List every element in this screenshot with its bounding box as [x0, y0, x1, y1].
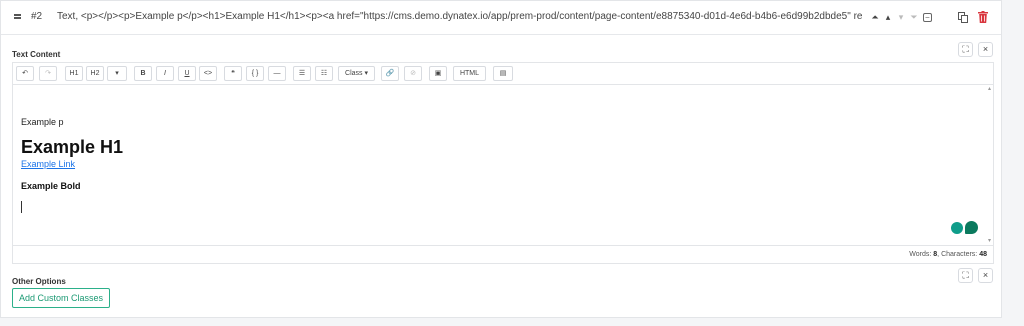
other-options-close-button[interactable]: ×: [978, 268, 993, 283]
text-caret: [21, 201, 22, 213]
editor-content-area[interactable]: Example p Example H1 Example Link Exampl…: [13, 85, 993, 245]
heading1-button[interactable]: H1: [65, 66, 83, 81]
underline-button[interactable]: U: [178, 66, 196, 81]
heading2-button[interactable]: H2: [86, 66, 104, 81]
italic-button[interactable]: I: [156, 66, 174, 81]
duplicate-icon[interactable]: [958, 12, 968, 23]
unlink-button[interactable]: ⊘: [404, 66, 422, 81]
collapse-icon[interactable]: –: [923, 13, 932, 22]
delete-icon[interactable]: [978, 11, 988, 23]
class-dropdown[interactable]: Class ▾: [338, 66, 375, 81]
grammar-assistant-icon[interactable]: [951, 222, 963, 234]
redo-button[interactable]: ↷: [39, 66, 57, 81]
bold-button[interactable]: B: [134, 66, 152, 81]
bullet-list-button[interactable]: ☰: [293, 66, 311, 81]
code-block-button[interactable]: { }: [246, 66, 264, 81]
move-to-bottom-icon[interactable]: ⏷: [908, 11, 920, 23]
move-down-icon[interactable]: ▾: [895, 11, 907, 23]
content-bold-text: Example Bold: [21, 181, 81, 191]
horizontal-rule-button[interactable]: —: [268, 66, 286, 81]
add-custom-classes-button[interactable]: Add Custom Classes: [12, 288, 111, 308]
more-headings-button[interactable]: ▾: [107, 66, 127, 81]
move-up-icon[interactable]: ▴: [882, 11, 894, 23]
move-to-top-icon[interactable]: ⏶: [869, 11, 881, 23]
quote-button[interactable]: ❝: [224, 66, 242, 81]
content-link[interactable]: Example Link: [21, 159, 75, 169]
code-button[interactable]: <>: [199, 66, 217, 81]
text-content-expand-button[interactable]: ⛶: [958, 42, 973, 57]
content-heading: Example H1: [21, 137, 124, 157]
content-block-panel: #2 Text, <p></p><p>Example p</p><h1>Exam…: [0, 0, 1002, 318]
editor-status-bar: Words: 8, Characters: 48: [13, 245, 993, 264]
undo-button[interactable]: ↶: [16, 66, 34, 81]
editor-toolbar: ↶ ↷ H1 H2 ▾ B I U <> ❝ { } — ☰ ☷ Class ▾…: [13, 63, 993, 85]
link-button[interactable]: 🔗: [381, 66, 399, 81]
content-paragraph: Example p: [21, 117, 64, 127]
template-button[interactable]: ▤: [493, 66, 513, 81]
text-content-label: Text Content: [12, 50, 61, 59]
numbered-list-button[interactable]: ☷: [315, 66, 333, 81]
scroll-up-icon[interactable]: ▴: [988, 85, 991, 92]
block-index: #2: [31, 11, 43, 22]
insert-image-button[interactable]: ▣: [429, 66, 447, 81]
block-summary: Text, <p></p><p>Example p</p><h1>Example…: [57, 11, 862, 22]
drag-handle-icon[interactable]: [14, 14, 21, 19]
rich-text-editor: ↶ ↷ H1 H2 ▾ B I U <> ❝ { } — ☰ ☷ Class ▾…: [12, 62, 994, 264]
other-options-expand-button[interactable]: ⛶: [958, 268, 973, 283]
word-character-count: Words: 8, Characters: 48: [909, 251, 987, 258]
chat-assistant-icon[interactable]: [965, 221, 978, 234]
other-options-label: Other Options: [12, 277, 66, 286]
text-content-close-button[interactable]: ×: [978, 42, 993, 57]
block-header[interactable]: #2 Text, <p></p><p>Example p</p><h1>Exam…: [1, 1, 1001, 35]
html-button[interactable]: HTML: [453, 66, 486, 81]
scroll-down-icon[interactable]: ▾: [988, 237, 991, 244]
